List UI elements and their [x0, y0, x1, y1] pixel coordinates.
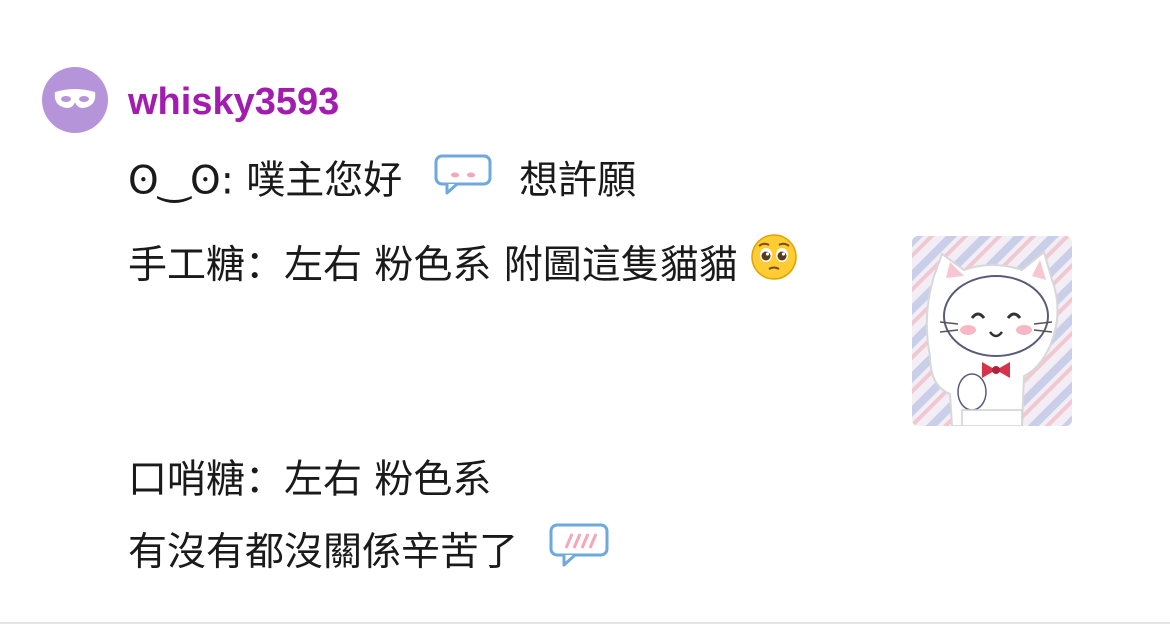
mask-icon	[54, 89, 96, 108]
line3-text: 口哨糖：左右 粉色系	[128, 457, 492, 502]
line1-prefix-text: ʘ‿ʘ: 噗主您好	[128, 158, 403, 204]
line4-text: 有沒有都沒關係辛苦了	[128, 530, 519, 575]
pleading-face-emoji	[750, 233, 798, 299]
post-line-1: ʘ‿ʘ: 噗主您好 想許願	[128, 150, 1088, 213]
cat-figure-image[interactable]	[912, 236, 1072, 426]
post-line-4: 有沒有都沒關係辛苦了	[128, 520, 1088, 586]
post-line-3: 口哨糖：左右 粉色系	[128, 449, 1088, 511]
line1-suffix-text: 想許願	[519, 158, 637, 204]
username-link[interactable]: whisky3593	[128, 80, 339, 124]
speech-bubble-blush-icon	[433, 151, 493, 213]
avatar[interactable]	[42, 67, 108, 133]
line2-text: 手工糖：左右 粉色系 附圖這隻貓貓	[128, 242, 738, 288]
speech-bubble-shy-icon	[548, 520, 610, 586]
